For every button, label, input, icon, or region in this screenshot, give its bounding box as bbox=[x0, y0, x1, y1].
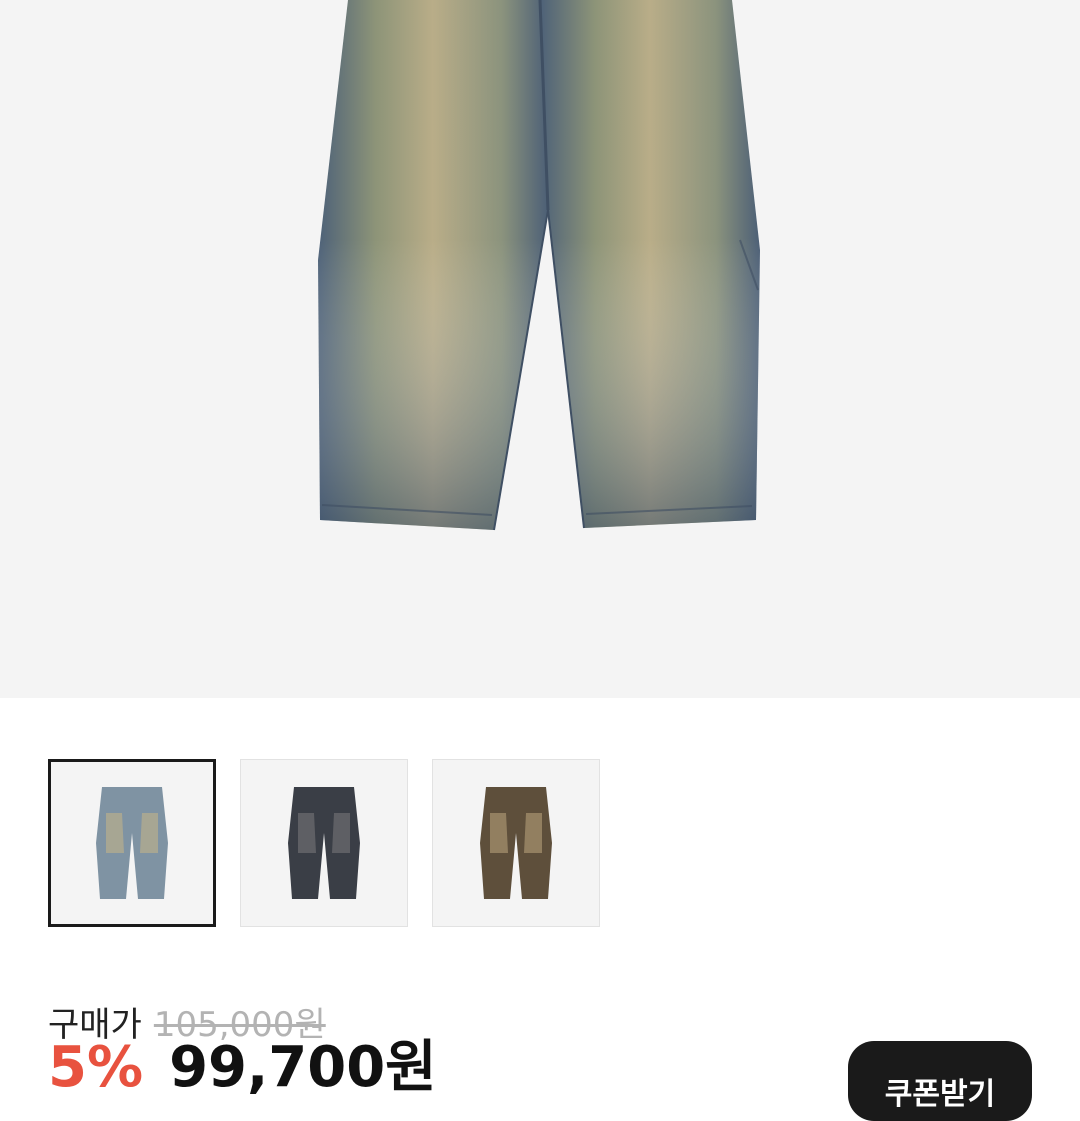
jeans-thumbnail-icon bbox=[288, 787, 360, 899]
jeans-thumbnail-icon bbox=[480, 787, 552, 899]
coupon-button[interactable]: 쿠폰받기 bbox=[848, 1041, 1032, 1121]
sale-price: 99,700원 bbox=[169, 1035, 437, 1100]
thumbnail-brown-wash[interactable] bbox=[432, 759, 600, 927]
thumbnail-black-wash[interactable] bbox=[240, 759, 408, 927]
jeans-illustration bbox=[318, 0, 760, 531]
thumbnail-blue-wash[interactable] bbox=[48, 759, 216, 927]
discount-rate: 5% bbox=[48, 1035, 144, 1100]
thumbnail-strip bbox=[48, 759, 608, 927]
product-main-image bbox=[0, 0, 1080, 698]
jeans-thumbnail-icon bbox=[96, 787, 168, 899]
sale-price-row: 5% 99,700원 bbox=[48, 1040, 437, 1096]
